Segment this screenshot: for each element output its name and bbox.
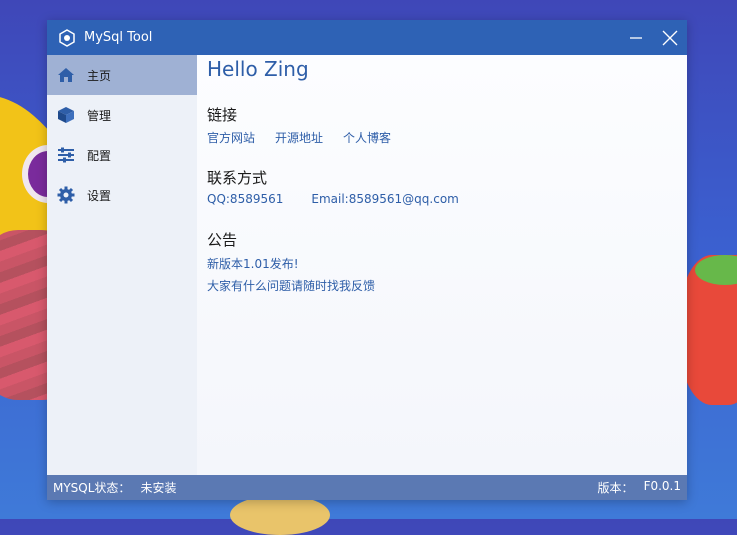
links-list: 官方网站 开源地址 个人博客 (207, 129, 391, 146)
notice-line: 新版本1.01发布! (207, 257, 299, 271)
notice-line: 大家有什么问题请随时找我反馈 (207, 279, 376, 293)
sidebar-item-home[interactable]: 主页 (47, 55, 197, 95)
sidebar-item-settings[interactable]: 设置 (47, 175, 197, 215)
status-bar: MYSQL状态： 未安装 版本： F0.0.1 (47, 475, 687, 500)
qq-contact: QQ:8589561 (207, 192, 284, 206)
sidebar-item-label: 管理 (87, 108, 112, 123)
close-button[interactable] (653, 20, 687, 55)
sidebar-item-manage[interactable]: 管理 (47, 95, 197, 135)
wallpaper-bottom-shape (230, 495, 330, 535)
app-logo-icon (58, 28, 76, 47)
home-icon (56, 65, 76, 85)
close-icon (662, 30, 678, 45)
greeting-heading: Hello Zing (207, 57, 309, 81)
contact-section-title: 联系方式 (207, 169, 268, 187)
minimize-button[interactable] (619, 20, 653, 55)
main-content: Hello Zing 链接 官方网站 开源地址 个人博客 联系方式 QQ:858… (197, 55, 687, 475)
sidebar-item-config[interactable]: 配置 (47, 135, 197, 175)
mysql-status-label: MYSQL状态： (53, 481, 131, 495)
official-site-link[interactable]: 官方网站 (207, 129, 255, 146)
mysql-status-value: 未安装 (140, 481, 177, 495)
version-label: 版本： (597, 481, 634, 495)
app-window: MySql Tool 主页 管理 配置 设置 Hello Zing 链接 官方网… (47, 20, 687, 500)
title-bar[interactable]: MySql Tool (47, 20, 687, 55)
sidebar: 主页 管理 配置 设置 (47, 55, 197, 475)
email-contact: Email:8589561@qq.com (311, 192, 459, 206)
sidebar-item-label: 主页 (87, 68, 112, 83)
version-value: F0.0.1 (643, 479, 681, 493)
contact-info: QQ:8589561 Email:8589561@qq.com (207, 192, 459, 206)
sliders-icon (56, 145, 76, 165)
source-repo-link[interactable]: 开源地址 (275, 129, 323, 146)
personal-blog-link[interactable]: 个人博客 (343, 129, 391, 146)
sidebar-item-label: 设置 (87, 188, 112, 203)
minimize-icon (630, 36, 642, 39)
cube-icon (56, 105, 76, 125)
gear-icon (56, 185, 76, 205)
window-title: MySql Tool (84, 30, 153, 45)
links-section-title: 链接 (207, 106, 238, 124)
notice-section-title: 公告 (207, 231, 238, 249)
sidebar-item-label: 配置 (87, 148, 112, 163)
